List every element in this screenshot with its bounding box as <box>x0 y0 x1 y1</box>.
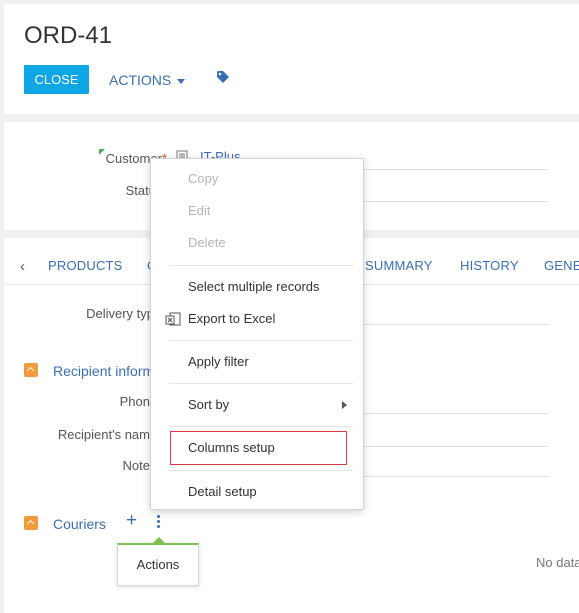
recipient-name-label: Recipient's nam <box>57 427 150 442</box>
menu-item-delete[interactable]: Delete <box>151 228 363 258</box>
sort-by-label: Sort by <box>188 397 230 412</box>
menu-divider <box>169 265 353 266</box>
menu-item-export-excel[interactable]: Export to Excel <box>151 304 363 334</box>
tab-general[interactable]: GENE <box>544 258 579 273</box>
menu-item-edit[interactable]: Edit <box>151 196 363 226</box>
close-button[interactable]: CLOSE <box>24 65 89 94</box>
actions-tooltip: Actions <box>117 543 199 586</box>
menu-divider <box>169 470 353 471</box>
menu-item-detail-setup[interactable]: Detail setup <box>151 477 363 507</box>
chevron-right-icon <box>342 401 347 409</box>
menu-divider <box>169 340 353 341</box>
recipient-group-title[interactable]: Recipient inform <box>53 363 154 379</box>
tab-summary[interactable]: SUMMARY <box>365 258 433 273</box>
couriers-group-title[interactable]: Couriers <box>53 516 106 532</box>
highlight-annotation <box>170 431 347 465</box>
kebab-menu-icon[interactable] <box>157 515 160 528</box>
actions-label: ACTIONS <box>109 72 172 88</box>
phone-label: Phon <box>119 394 150 409</box>
status-label: Statu <box>125 183 156 198</box>
menu-divider <box>169 426 353 427</box>
page-title: ORD-41 <box>24 22 113 49</box>
context-menu: Copy Edit Delete Select multiple records… <box>150 158 364 510</box>
actions-button[interactable]: ACTIONS <box>109 72 186 88</box>
menu-item-select-multiple[interactable]: Select multiple records <box>151 272 363 302</box>
collapse-toggle-icon[interactable] <box>24 516 38 530</box>
tag-icon[interactable] <box>216 70 230 84</box>
menu-item-sort-by[interactable]: Sort by <box>151 390 363 420</box>
menu-item-copy[interactable]: Copy <box>151 164 363 194</box>
customer-label: Customer* <box>4 151 167 166</box>
record-header: ORD-41 CLOSE ACTIONS <box>4 4 579 114</box>
no-data-text: No data <box>536 555 579 570</box>
tab-products[interactable]: PRODUCTS <box>48 258 123 273</box>
tab-history[interactable]: HISTORY <box>460 258 519 273</box>
notes-label: Note <box>122 458 150 473</box>
menu-divider <box>169 383 353 384</box>
chevron-left-icon[interactable]: ‹ <box>20 258 25 275</box>
menu-item-apply-filter[interactable]: Apply filter <box>151 347 363 377</box>
collapse-toggle-icon[interactable] <box>24 363 38 377</box>
export-excel-label: Export to Excel <box>188 311 276 326</box>
caret-down-icon <box>177 78 186 84</box>
add-icon[interactable]: + <box>126 511 137 531</box>
delivery-type-label: Delivery typ <box>86 306 154 321</box>
excel-icon <box>165 312 181 326</box>
